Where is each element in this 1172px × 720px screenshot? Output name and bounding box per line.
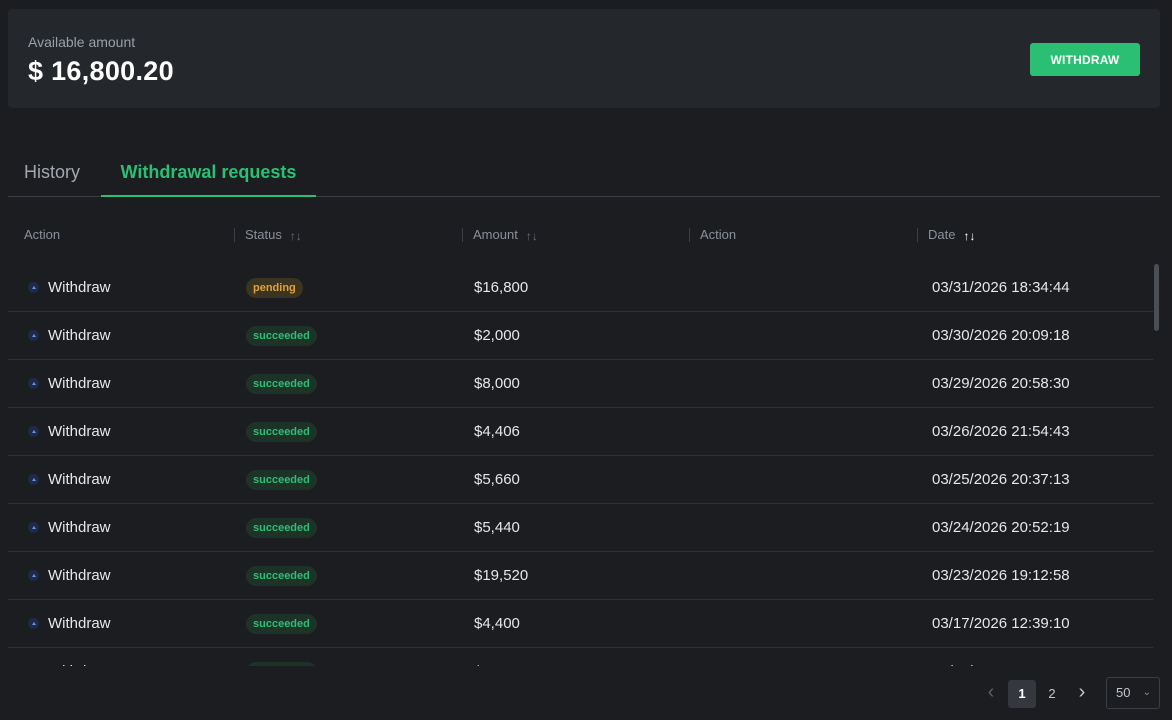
- arrow-up-circle-icon: [28, 282, 39, 293]
- column-header-action-2: Action: [700, 214, 736, 254]
- column-header-date[interactable]: Date ↑↓: [928, 214, 975, 254]
- table-row[interactable]: Withdraw succeeded $5,440 03/24/2026 20:…: [8, 504, 1153, 552]
- row-action: Withdraw: [48, 615, 111, 632]
- row-amount: $4,445: [474, 648, 520, 666]
- sort-arrows-icon[interactable]: ↑↓: [290, 229, 302, 243]
- row-amount: $16,800: [474, 279, 529, 296]
- chevron-down-icon: ⌄: [1142, 687, 1151, 698]
- status-badge: succeeded: [246, 565, 317, 586]
- status-cell: succeeded: [246, 456, 317, 503]
- column-divider: [917, 228, 918, 242]
- arrow-up-circle-icon: [28, 330, 39, 341]
- table-row[interactable]: Withdraw succeeded $5,660 03/25/2026 20:…: [8, 456, 1153, 504]
- status-cell: succeeded: [246, 552, 317, 599]
- page-2-button[interactable]: 2: [1038, 680, 1066, 708]
- row-action: Withdraw: [48, 327, 111, 344]
- column-divider: [234, 228, 235, 242]
- row-amount: $19,520: [474, 567, 529, 584]
- row-action: Withdraw: [48, 519, 111, 536]
- column-header-amount[interactable]: Amount ↑↓: [473, 214, 538, 254]
- page-1-button[interactable]: 1: [1008, 680, 1036, 708]
- page-size-select[interactable]: 50 ⌄: [1106, 677, 1160, 709]
- withdrawal-requests-table: Withdraw pending $16,800 03/31/2026 18:3…: [8, 264, 1153, 666]
- available-amount-label: Available amount: [28, 34, 136, 50]
- row-amount: $4,400: [474, 615, 520, 632]
- row-date: 03/24/2026 20:52:19: [932, 519, 1070, 536]
- table-row[interactable]: Withdraw succeeded $2,000 03/30/2026 20:…: [8, 312, 1153, 360]
- status-badge: succeeded: [246, 325, 317, 346]
- arrow-up-circle-icon: [28, 426, 39, 437]
- withdraw-button[interactable]: WITHDRAW: [1030, 43, 1140, 76]
- table-row[interactable]: Withdraw pending $16,800 03/31/2026 18:3…: [8, 264, 1153, 312]
- row-amount: $5,440: [474, 519, 520, 536]
- column-header-label: Status: [245, 227, 282, 242]
- arrow-up-circle-icon: [28, 474, 39, 485]
- table-row[interactable]: Withdraw succeeded $19,520 03/23/2026 19…: [8, 552, 1153, 600]
- chevron-left-icon[interactable]: ‹: [980, 681, 1002, 705]
- tab-bar: History Withdrawal requests: [8, 146, 1160, 197]
- arrow-up-circle-icon: [28, 378, 39, 389]
- arrow-up-circle-icon: [28, 522, 39, 533]
- table-scrollbar[interactable]: [1153, 264, 1160, 666]
- status-badge: succeeded: [246, 517, 317, 538]
- row-amount: $8,000: [474, 375, 520, 392]
- table-row[interactable]: Withdraw succeeded $4,406 03/26/2026 21:…: [8, 408, 1153, 456]
- row-date: 03/26/2026 21:54:43: [932, 423, 1070, 440]
- table-header: Action Status ↑↓ Amount ↑↓ Action Date ↑↓: [8, 214, 1153, 254]
- row-date: 03/29/2026 20:58:30: [932, 375, 1070, 392]
- column-header-action: Action: [24, 214, 60, 254]
- pagination: ‹ 1 2 › 50 ⌄: [980, 677, 1160, 709]
- status-badge: succeeded: [246, 421, 317, 442]
- tab-withdrawal-requests[interactable]: Withdrawal requests: [101, 146, 316, 197]
- status-badge: succeeded: [246, 373, 317, 394]
- column-divider: [689, 228, 690, 242]
- status-badge: succeeded: [246, 469, 317, 490]
- balance-card: Available amount $ 16,800.20 WITHDRAW: [8, 9, 1160, 108]
- column-divider: [462, 228, 463, 242]
- status-cell: succeeded: [246, 408, 317, 455]
- row-action: Withdraw: [48, 567, 111, 584]
- row-action: Withdraw: [48, 471, 111, 488]
- row-action: Withdraw: [48, 423, 111, 440]
- chevron-right-icon[interactable]: ›: [1071, 681, 1093, 705]
- status-cell: pending: [246, 264, 303, 311]
- row-date: 03/31/2026 18:34:44: [932, 279, 1070, 296]
- status-badge: succeeded: [246, 613, 317, 634]
- column-header-status[interactable]: Status ↑↓: [245, 214, 302, 254]
- row-amount: $5,660: [474, 471, 520, 488]
- table-row[interactable]: Withdraw succeeded $4,400 03/17/2026 12:…: [8, 600, 1153, 648]
- table-row[interactable]: Withdraw succeeded $8,000 03/29/2026 20:…: [8, 360, 1153, 408]
- scrollbar-thumb[interactable]: [1154, 264, 1159, 331]
- status-badge: succeeded: [246, 661, 317, 666]
- row-date: 03/11/2026 10:00:00: [932, 648, 1069, 666]
- column-header-label: Action: [700, 227, 737, 242]
- page-size-value: 50: [1116, 685, 1131, 700]
- status-cell: succeeded: [246, 312, 317, 359]
- table-row[interactable]: Withdraw succeeded $4,445 03/11/2026 10:…: [8, 648, 1153, 666]
- column-header-label: Date: [928, 227, 956, 242]
- arrow-up-circle-icon: [28, 570, 39, 581]
- status-cell: succeeded: [246, 360, 317, 407]
- row-date: 03/17/2026 12:39:10: [932, 615, 1070, 632]
- row-action: Withdraw: [48, 648, 111, 666]
- row-date: 03/23/2026 19:12:58: [932, 567, 1070, 584]
- status-cell: succeeded: [246, 648, 317, 666]
- sort-arrows-icon[interactable]: ↑↓: [963, 229, 975, 243]
- row-amount: $4,406: [474, 423, 520, 440]
- row-amount: $2,000: [474, 327, 520, 344]
- status-badge: pending: [246, 277, 303, 298]
- status-cell: succeeded: [246, 600, 317, 647]
- tab-history[interactable]: History: [24, 146, 80, 197]
- arrow-up-circle-icon: [28, 618, 39, 629]
- row-date: 03/25/2026 20:37:13: [932, 471, 1070, 488]
- row-action: Withdraw: [48, 375, 111, 392]
- sort-arrows-icon[interactable]: ↑↓: [526, 229, 538, 243]
- available-amount-value: $ 16,800.20: [28, 56, 174, 86]
- column-header-label: Action: [24, 227, 61, 242]
- row-action: Withdraw: [48, 279, 111, 296]
- row-date: 03/30/2026 20:09:18: [932, 327, 1070, 344]
- status-cell: succeeded: [246, 504, 317, 551]
- column-header-label: Amount: [473, 227, 518, 242]
